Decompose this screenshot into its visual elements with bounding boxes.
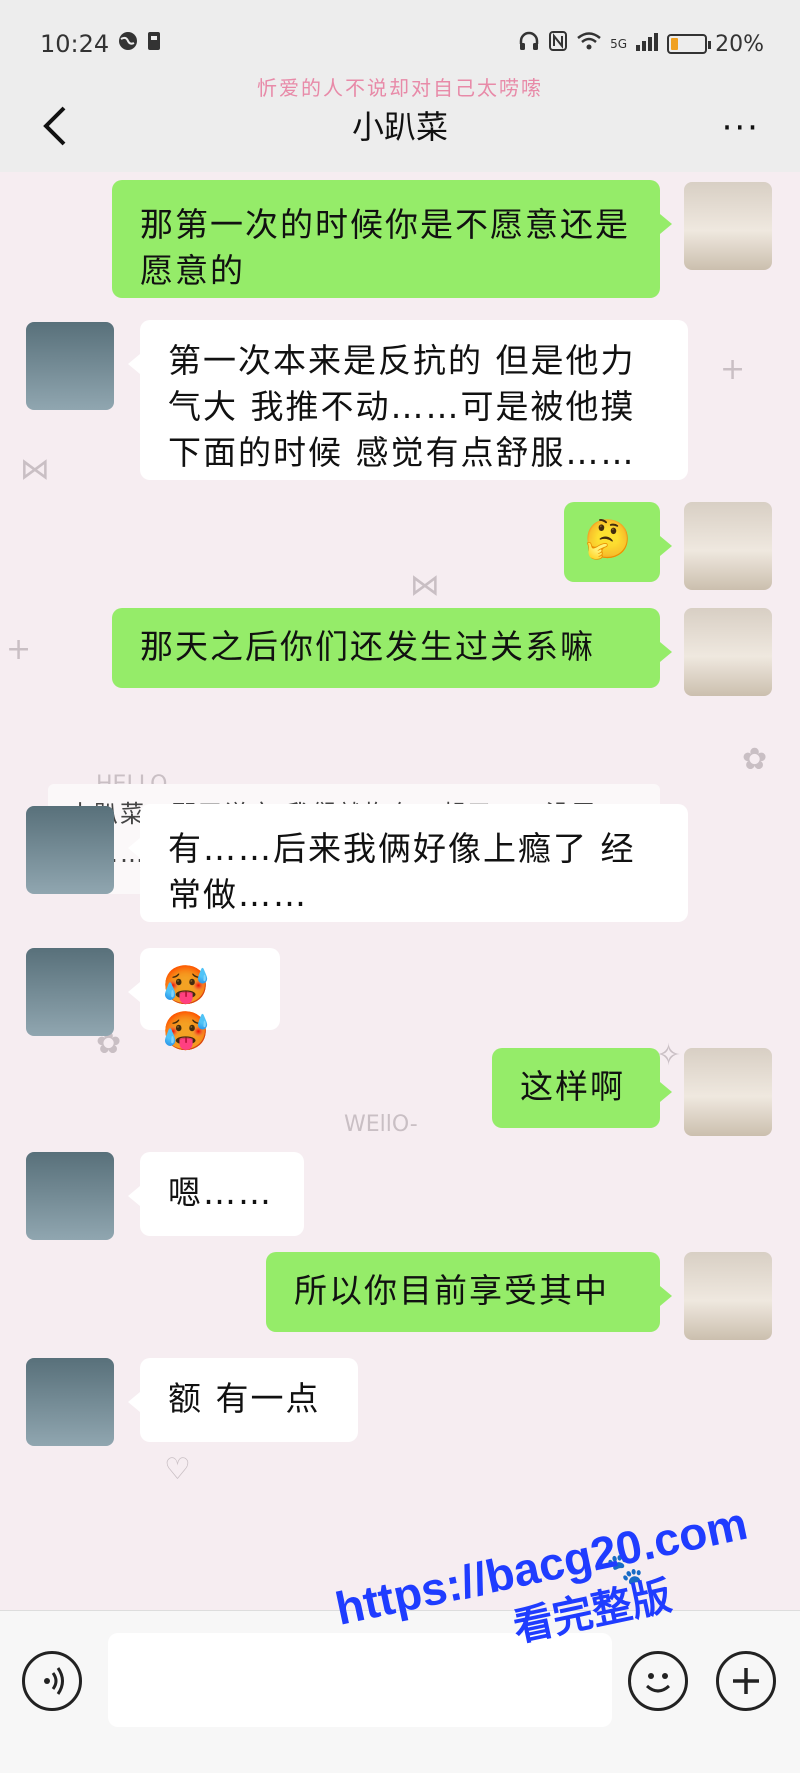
my-avatar[interactable]	[684, 182, 772, 270]
bow-doodle-icon: ⋈	[410, 568, 440, 603]
my-avatar[interactable]	[684, 608, 772, 696]
message-bubble-other[interactable]: 额 有一点	[128, 1358, 358, 1442]
heart-doodle-icon: ♡	[164, 1452, 191, 1487]
battery-icon	[667, 34, 712, 54]
voice-button[interactable]	[22, 1651, 82, 1711]
my-avatar[interactable]	[684, 502, 772, 590]
status-bar: 10:24 5G 20%	[0, 0, 800, 80]
contact-avatar[interactable]	[26, 1358, 114, 1446]
bow-doodle-icon: ⋈	[20, 452, 50, 487]
more-button[interactable]: ···	[722, 108, 760, 148]
sim-icon	[147, 30, 161, 58]
signal-icon	[635, 30, 659, 58]
message-bubble-other[interactable]: 🥵🥵	[128, 948, 280, 1053]
my-avatar[interactable]	[684, 1252, 772, 1340]
message-bubble-other[interactable]: 嗯……	[128, 1152, 304, 1236]
star-doodle-icon: +	[6, 632, 32, 667]
status-left: 10:24	[40, 30, 161, 58]
my-avatar[interactable]	[684, 1048, 772, 1136]
headphone-icon	[518, 30, 540, 58]
nfc-icon	[548, 30, 568, 58]
message-bubble-me[interactable]: 那第一次的时候你是不愿意还是愿意的	[112, 180, 672, 298]
chat-area[interactable]: ♡ kitty + ⋈ ⋈ + 🐾 HELLO ✿ ✿ ✧ WEllO- + ✧…	[0, 172, 800, 1610]
message-bubble-me[interactable]: 所以你目前享受其中	[266, 1252, 672, 1332]
message-bubble-me[interactable]: 这样啊	[492, 1048, 672, 1128]
network-type: 5G	[610, 37, 628, 51]
status-time: 10:24	[40, 30, 110, 58]
message-bubble-me[interactable]: 那天之后你们还发生过关系嘛	[112, 608, 672, 688]
contact-signature: 忻爱的人不说却对自己太唠嗦	[257, 76, 543, 100]
flower-doodle-icon: ✿	[742, 742, 768, 777]
contact-avatar[interactable]	[26, 1152, 114, 1240]
contact-avatar[interactable]	[26, 322, 114, 410]
battery-percent: 20%	[715, 31, 764, 57]
contact-avatar[interactable]	[26, 806, 114, 894]
voice-icon	[44, 1667, 64, 1695]
status-right: 5G 20%	[518, 30, 764, 58]
chat-title: 小趴菜	[351, 108, 448, 146]
globe-icon	[117, 30, 139, 58]
message-bubble-other[interactable]: 第一次本来是反抗的 但是他力气大 我推不动……可是被他摸下面的时候 感觉有点舒服…	[128, 320, 688, 480]
message-bubble-other[interactable]: 有……后来我俩好像上瘾了 经常做……	[128, 804, 688, 922]
hello-doodle: WEllO-	[344, 1112, 418, 1137]
wifi-icon	[576, 30, 602, 58]
cross-doodle-icon: +	[720, 352, 746, 387]
battery-fill	[671, 38, 679, 50]
message-bubble-me[interactable]: 🤔	[564, 502, 672, 582]
contact-avatar[interactable]	[26, 948, 114, 1036]
